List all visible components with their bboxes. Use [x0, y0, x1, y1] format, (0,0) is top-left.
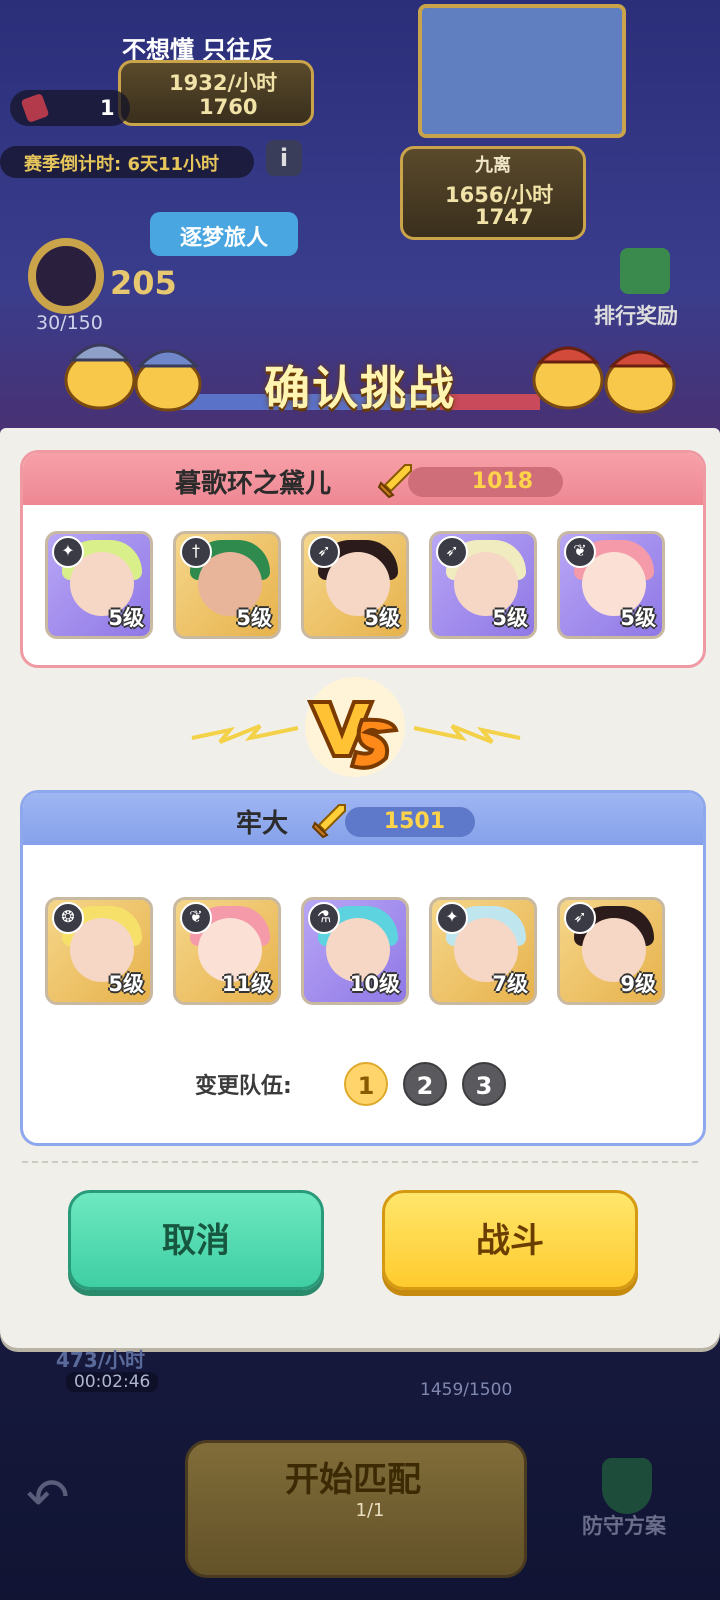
hero-level: 5级	[236, 606, 272, 630]
archer-icon: ➶	[436, 536, 468, 568]
lightning-left	[191, 724, 299, 744]
defense-plan-label[interactable]: 防守方案	[582, 1510, 666, 1540]
archer-icon: ➶	[308, 536, 340, 568]
my-hero-row: ❂ 5级 ❦ 11级 ⚗ 10级 ✦ 7级 ➶ 9级	[23, 897, 703, 1017]
fight-button[interactable]: 战斗	[382, 1190, 638, 1290]
ticket-count: 1	[100, 96, 115, 120]
beast-icon: ❂	[52, 902, 84, 934]
support-icon: ❦	[180, 902, 212, 934]
team-slot-2[interactable]: 2	[403, 1062, 447, 1106]
enemy-team-name: 暮歌环之黛儿	[175, 469, 332, 499]
hero-level: 5级	[620, 606, 656, 630]
info-icon[interactable]: i	[266, 140, 302, 176]
challenge-dialog: 暮歌环之黛儿 1018 ✦ 5级 † 5级 ➶ 5级 ➶ 5级 ❦ 5级 牢大 …	[0, 428, 720, 1348]
potion-icon: ⚗	[308, 902, 340, 934]
dialog-title: 确认挑战	[264, 361, 456, 415]
rank-badge: 逐梦旅人	[150, 212, 298, 256]
bottom-timer: 00:02:46	[66, 1372, 159, 1392]
sword-icon	[311, 804, 346, 839]
enemy-hero-1[interactable]: ✦ 5级	[45, 531, 153, 639]
enemy-hero-row: ✦ 5级 † 5级 ➶ 5级 ➶ 5级 ❦ 5级	[23, 531, 703, 651]
lightning-right	[413, 724, 521, 744]
hero-level: 10级	[349, 972, 400, 996]
enemy-hero-3[interactable]: ➶ 5级	[301, 531, 409, 639]
enemy-power: 1018	[408, 467, 563, 497]
enemy-hero-4[interactable]: ➶ 5级	[429, 531, 537, 639]
right-income-plate: 九离 1656/小时 1747	[400, 146, 586, 240]
archer-icon: ➶	[564, 902, 596, 934]
enemy-team-card: 暮歌环之黛儿 1018 ✦ 5级 † 5级 ➶ 5级 ➶ 5级 ❦ 5级	[20, 450, 706, 668]
my-power: 1501	[345, 807, 475, 837]
hero-level: 5级	[364, 606, 400, 630]
hero-level: 9级	[620, 972, 656, 996]
left-income-plate: 1932/小时 1760	[118, 60, 314, 126]
my-hero-3[interactable]: ⚗ 10级	[301, 897, 409, 1005]
ticket-icon	[20, 92, 50, 124]
gift-icon	[620, 248, 670, 294]
hero-level: 7级	[492, 972, 528, 996]
shield-icon	[602, 1458, 652, 1514]
season-countdown-text: 赛季倒计时: 6天11小时	[24, 154, 220, 175]
change-team-label: 变更队伍:	[195, 1074, 292, 1099]
match-ticket-count: 1/1	[355, 1500, 385, 1521]
bottom-progress: 1459/1500	[420, 1380, 513, 1400]
rank-ring	[28, 238, 104, 314]
divider	[22, 1161, 698, 1163]
start-match-label: 开始匹配	[285, 1460, 421, 1500]
sword-icon	[377, 464, 412, 499]
team-slot-1[interactable]: 1	[344, 1062, 388, 1106]
team-slot-3[interactable]: 3	[462, 1062, 506, 1106]
my-team-name: 牢大	[236, 809, 289, 839]
rank-points: 205	[110, 264, 177, 302]
enemy-hero-2[interactable]: † 5级	[173, 531, 281, 639]
my-hero-5[interactable]: ➶ 9级	[557, 897, 665, 1005]
hero-level: 5级	[108, 972, 144, 996]
season-countdown: 赛季倒计时: 6天11小时	[0, 146, 254, 178]
mage-icon: ✦	[436, 902, 468, 934]
my-hero-2[interactable]: ❦ 11级	[173, 897, 281, 1005]
mage-icon: ✦	[52, 536, 84, 568]
left-income-rate: 1932/小时	[169, 71, 278, 95]
my-hero-1[interactable]: ❂ 5级	[45, 897, 153, 1005]
bottom-income: 473/小时	[56, 1348, 146, 1372]
right-gold: 1747	[475, 205, 534, 229]
right-player-name: 九离	[475, 155, 511, 176]
cancel-button[interactable]: 取消	[68, 1190, 324, 1290]
my-team-header: 牢大 1501	[23, 793, 703, 845]
warrior-icon: †	[180, 536, 212, 568]
enemy-hero-5[interactable]: ❦ 5级	[557, 531, 665, 639]
enemy-team-header: 暮歌环之黛儿 1018	[23, 453, 703, 505]
ranking-reward-button[interactable]: 排行奖励	[594, 244, 714, 328]
vs-emblem	[305, 677, 405, 777]
ticket-counter[interactable]: 1	[10, 90, 130, 126]
support-icon: ❦	[564, 536, 596, 568]
rank-title: 逐梦旅人	[180, 226, 269, 251]
my-hero-4[interactable]: ✦ 7级	[429, 897, 537, 1005]
left-gold: 1760	[199, 95, 258, 119]
hero-level: 11级	[221, 972, 272, 996]
hero-level: 5级	[108, 606, 144, 630]
hero-level: 5级	[492, 606, 528, 630]
back-icon[interactable]: ↶	[26, 1470, 82, 1526]
opponent-avatar	[418, 4, 626, 138]
